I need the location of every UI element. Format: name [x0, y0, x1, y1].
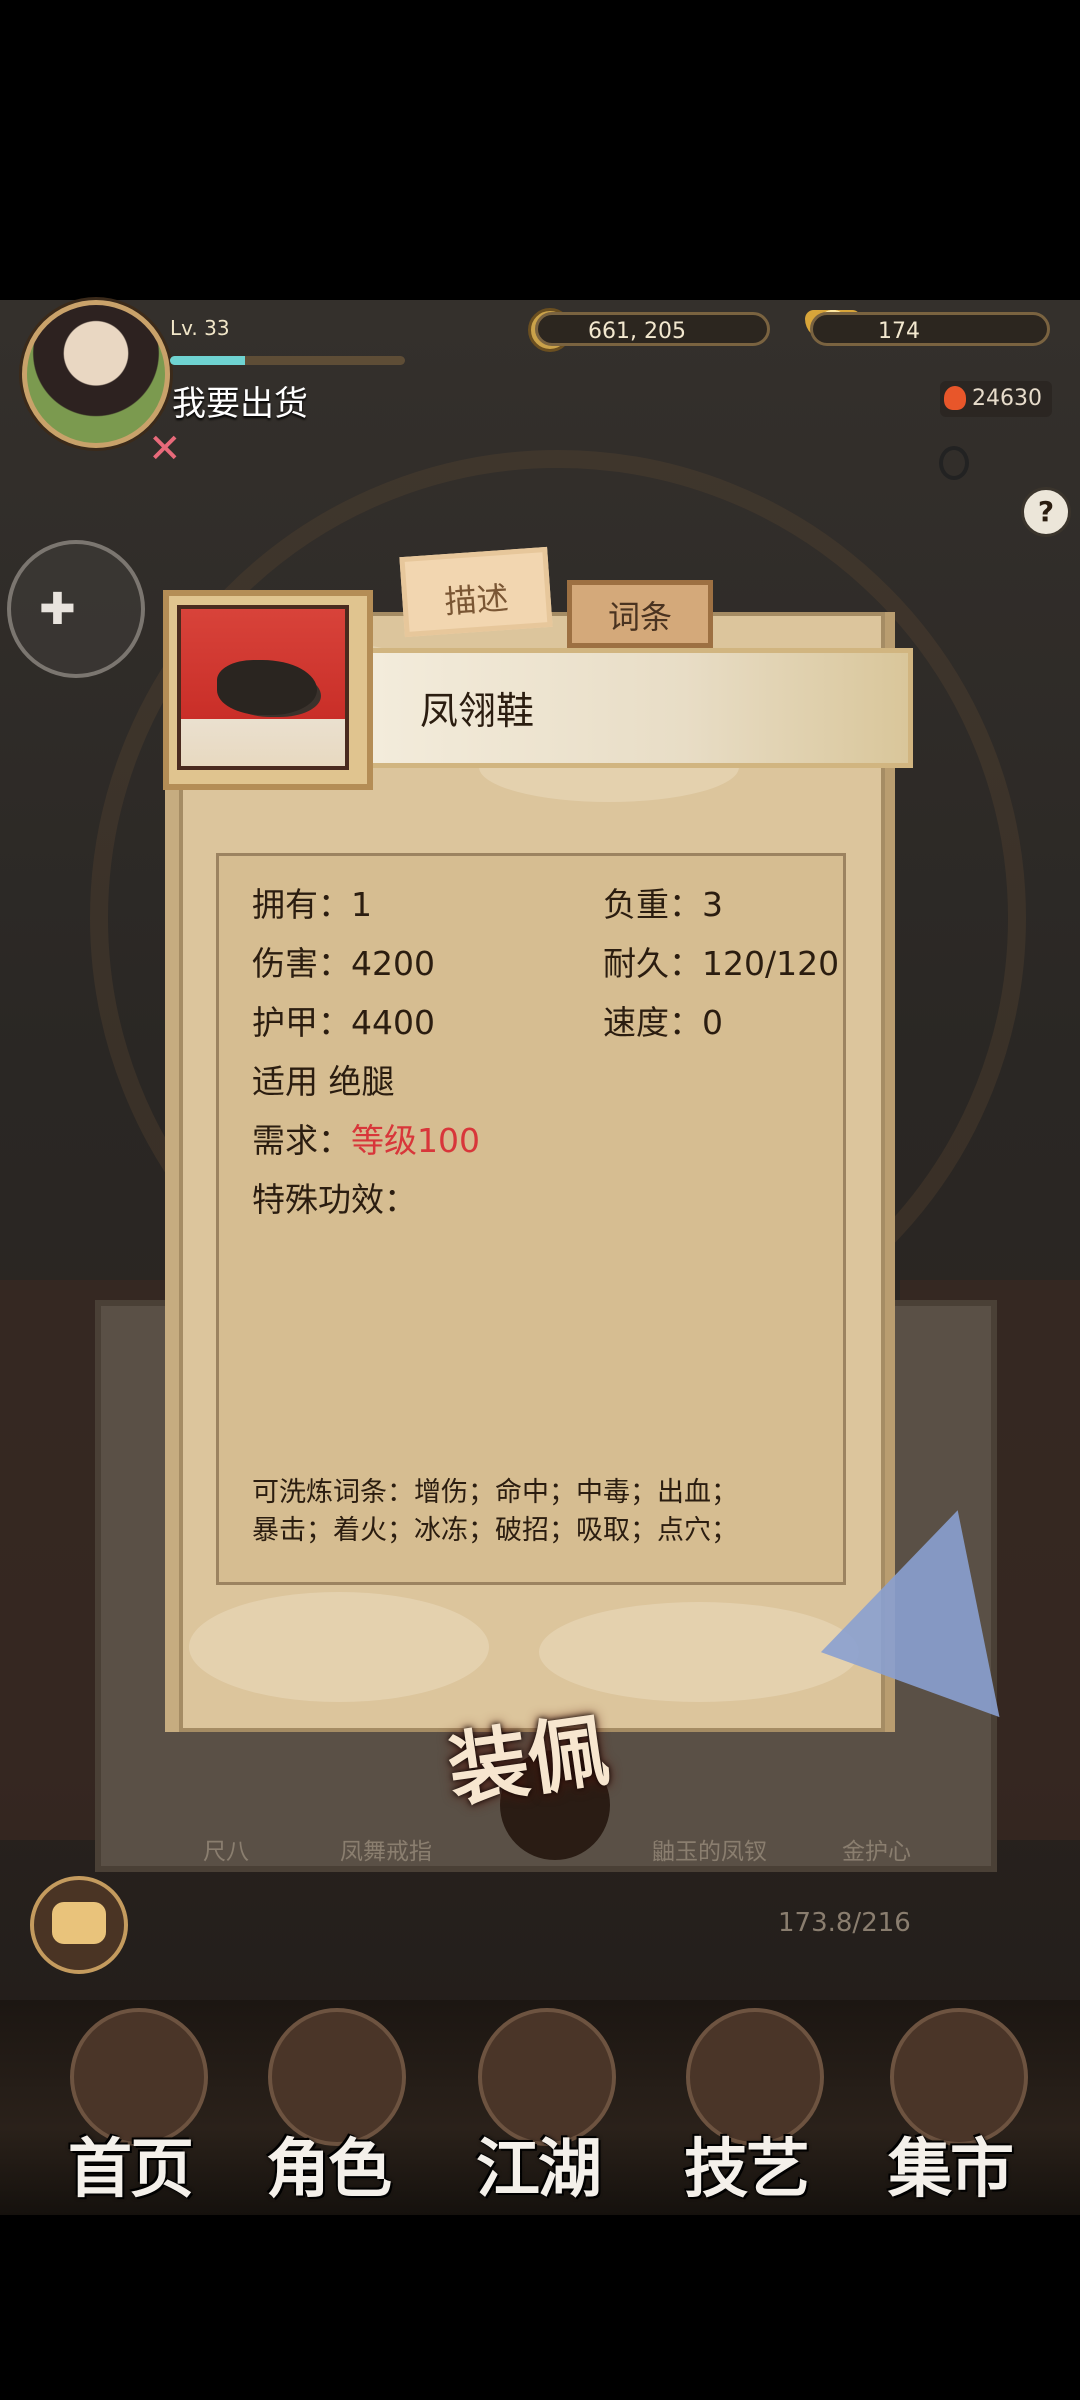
- gamepad-icon[interactable]: ✚: [7, 540, 145, 678]
- nav-jianghu[interactable]: 江湖: [448, 2008, 628, 2207]
- inventory-item-label[interactable]: 鼬玉的凤钗: [652, 1832, 767, 1866]
- inventory-item-label[interactable]: 尺八: [203, 1832, 249, 1866]
- nav-home-label: 首页: [68, 2133, 194, 2207]
- inventory-item-label[interactable]: 金护心: [842, 1832, 911, 1866]
- stat-damage: 伤害：4200: [252, 944, 435, 983]
- item-name: 凤翎鞋: [420, 689, 535, 733]
- stat-own: 拥有：1: [252, 885, 372, 924]
- ring-icon[interactable]: [939, 446, 969, 480]
- requirement-label: 需求：: [252, 1121, 351, 1160]
- capacity-readout: 173.8/216: [778, 1908, 911, 1938]
- coin-counter[interactable]: 661, 205: [535, 312, 770, 346]
- nav-skills-label: 技艺: [684, 2133, 810, 2207]
- tab-attributes[interactable]: 词条: [567, 580, 713, 648]
- washable-line-1: 可洗炼词条：增伤；命中；中毒；出血；: [252, 1477, 738, 1508]
- help-icon[interactable]: ?: [1021, 487, 1071, 537]
- tab-description[interactable]: 描述: [399, 546, 553, 638]
- nav-character[interactable]: 角色: [238, 2008, 418, 2207]
- level-progress-bar: [170, 356, 405, 365]
- nav-market[interactable]: 集市: [860, 2008, 1040, 2207]
- stat-special: 特殊功效：: [252, 1180, 417, 1219]
- washable-attributes: 可洗炼词条：增伤；命中；中毒；出血； 暴击；着火；冰冻；破招；吸取；点穴；: [252, 1474, 822, 1550]
- nav-jianghu-label: 江湖: [476, 2133, 602, 2207]
- requirement-value: 等级100: [351, 1121, 480, 1160]
- flame-icon: [944, 386, 966, 410]
- washable-line-2: 暴击；着火；冰冻；破招；吸取；点穴；: [252, 1515, 738, 1546]
- stat-durability: 耐久：120/120: [603, 944, 840, 983]
- level-progress-fill: [170, 356, 246, 365]
- stat-requirement: 需求：等级100: [252, 1114, 480, 1162]
- stat-usable: 适用 绝腿: [252, 1062, 395, 1101]
- crossed-swords-icon[interactable]: ✕: [148, 426, 182, 472]
- stat-weight: 负重：3: [603, 885, 723, 924]
- player-level: Lv. 33: [170, 316, 230, 340]
- player-name: 我要出货: [172, 384, 308, 424]
- ingot-counter[interactable]: 174: [810, 312, 1050, 346]
- stat-armor: 护甲：4400: [252, 1003, 435, 1042]
- nav-character-label: 角色: [266, 2133, 392, 2207]
- equip-button[interactable]: 装佩: [443, 1704, 623, 1887]
- nav-market-label: 集市: [888, 2133, 1014, 2207]
- inventory-item-label[interactable]: 凤舞戒指: [340, 1832, 432, 1866]
- stat-speed: 速度：0: [603, 1003, 723, 1042]
- chat-icon[interactable]: [30, 1876, 128, 1974]
- nav-skills[interactable]: 技艺: [656, 2008, 836, 2207]
- nav-home[interactable]: 首页: [40, 2008, 220, 2207]
